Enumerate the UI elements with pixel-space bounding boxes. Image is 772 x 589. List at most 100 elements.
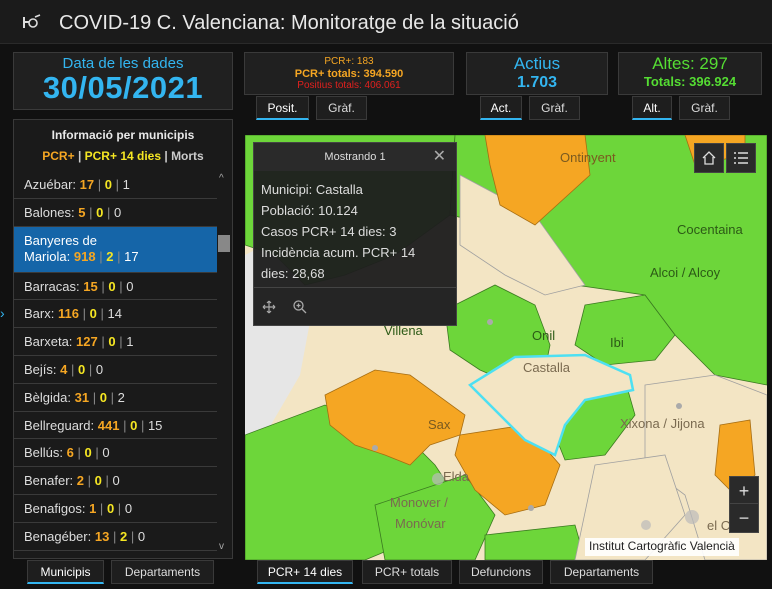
municipality-row[interactable]: Bellreguard: 441 | 0 | 15 xyxy=(14,412,217,440)
municipality-row[interactable]: Barracas: 15 | 0 | 0 xyxy=(14,273,217,301)
tab-pcr-14-dies[interactable]: PCR+ 14 dies xyxy=(257,560,353,584)
pcr-count: 918 xyxy=(73,248,96,264)
separator: | xyxy=(123,417,127,433)
scroll-thumb[interactable] xyxy=(218,235,230,252)
popup-body: Municipi: Castalla Població: 10.124 Caso… xyxy=(254,171,456,292)
scroll-up-icon[interactable]: ^ xyxy=(219,173,224,184)
municipality-row[interactable]: Bellús: 6 | 0 | 0 xyxy=(14,439,217,468)
municipality-row[interactable]: Bèlgida: 31 | 0 | 2 xyxy=(14,384,217,412)
expand-left-icon[interactable]: › xyxy=(0,305,5,321)
list-legend: PCR+ | PCR+ 14 dies | Morts xyxy=(42,149,204,163)
separator: | xyxy=(101,334,105,350)
pcr-count: 4 xyxy=(60,361,68,377)
deaths-count: 0 xyxy=(124,500,133,516)
active-label: Actius xyxy=(513,54,561,73)
scroll-down-icon[interactable]: v xyxy=(219,541,224,552)
deaths-count: 2 xyxy=(117,389,125,405)
popup-line-municipi: Municipi: Castalla xyxy=(261,182,363,197)
municipality-row[interactable]: Barxeta: 127 | 0 | 1 xyxy=(14,328,217,356)
pcr-count: 1 xyxy=(89,500,97,516)
home-icon[interactable] xyxy=(694,143,724,173)
tab-defuncions[interactable]: Defuncions xyxy=(459,560,543,584)
map-label-alcoi: Alcoi / Alcoy xyxy=(650,265,721,280)
virus-logo-icon xyxy=(23,14,41,28)
separator: | xyxy=(87,473,92,489)
tab-pcr-graf[interactable]: Gràf. xyxy=(316,96,367,120)
map-label-castalla: Castalla xyxy=(523,360,571,375)
tab-alt[interactable]: Alt. xyxy=(632,96,672,120)
map-label-monovar: Monóvar xyxy=(395,516,446,531)
municipality-row[interactable]: Barx: 116 | 0 | 14 xyxy=(14,300,217,329)
separator: | xyxy=(105,473,109,489)
tab-act-graf[interactable]: Gràf. xyxy=(529,96,580,120)
move-icon[interactable] xyxy=(262,300,276,314)
municipality-row[interactable]: Benafigos: 1 | 0 | 0 xyxy=(14,495,217,523)
close-icon[interactable]: ✕ xyxy=(433,143,446,171)
info-popup: Mostrando 1 ✕ Municipi: Castalla Poblaci… xyxy=(253,142,457,326)
separator: | xyxy=(82,306,86,322)
separator: | xyxy=(112,528,117,544)
map-label-elda: Elda xyxy=(443,469,470,484)
separator: | xyxy=(77,445,81,461)
tab-departaments-list[interactable]: Departaments xyxy=(111,560,214,584)
municipality-row[interactable]: Benagéber: 13 | 2 | 0 xyxy=(14,523,217,551)
popup-header: Mostrando 1 ✕ xyxy=(254,143,456,171)
pcr-count: 5 xyxy=(78,204,86,220)
deaths-count: 1 xyxy=(126,334,134,350)
municipality-row[interactable]: Benafer: 2 | 0 | 0 xyxy=(14,467,217,495)
zoom-in-button[interactable]: + xyxy=(729,476,759,506)
popup-footer xyxy=(254,287,456,325)
pcr-count: 15 xyxy=(83,278,98,294)
date-panel: Data de les dades 30/05/2021 xyxy=(13,52,233,110)
municipality-row[interactable]: Bejís: 4 | 0 | 0 xyxy=(14,356,217,384)
deaths-count: 15 xyxy=(147,417,163,433)
separator: | xyxy=(95,445,99,461)
tab-municipis[interactable]: Municipis xyxy=(27,560,104,584)
app-title: COVID-19 C. Valenciana: Monitoratge de l… xyxy=(59,12,519,34)
tab-pcr-totals[interactable]: PCR+ totals xyxy=(362,560,452,584)
list-title: Informació per municipis xyxy=(51,128,195,142)
tab-act[interactable]: Act. xyxy=(480,96,522,120)
separator: | xyxy=(117,248,121,264)
municipality-name: Balones: xyxy=(24,204,75,220)
tab-posit[interactable]: Posit. xyxy=(256,96,309,120)
separator: | xyxy=(100,306,104,322)
zoom-out-button[interactable]: − xyxy=(729,503,759,533)
pcr-panel: PCR+: 183 PCR+ totals: 394.590 Positius … xyxy=(244,52,454,95)
pcr14-count: 0 xyxy=(89,306,97,322)
pcr-totals: PCR+ totals: 394.590 xyxy=(294,68,404,80)
deaths-count: 0 xyxy=(137,528,146,544)
deaths-count: 17 xyxy=(124,248,139,264)
list-scrollbar[interactable]: ^ v xyxy=(217,171,230,556)
municipality-row[interactable]: Balones: 5 | 0 | 0 xyxy=(14,199,217,227)
separator: | xyxy=(101,278,105,294)
popup-line-dies: dies: 28,68 xyxy=(261,266,325,281)
app-header: COVID-19 C. Valenciana: Monitoratge de l… xyxy=(0,0,772,44)
popup-line-incidencia: Incidència acum. PCR+ 14 xyxy=(261,245,416,260)
pcr-count: 127 xyxy=(76,334,98,350)
municipality-name: Bejís: xyxy=(24,361,57,377)
dashboard: COVID-19 C. Valenciana: Monitoratge de l… xyxy=(0,0,772,589)
map-attribution: Institut Cartogràfic Valencià xyxy=(585,538,739,556)
pcr14-count: 2 xyxy=(119,528,128,544)
pcr14-count: 0 xyxy=(104,177,113,192)
municipality-name: Benafigos: xyxy=(24,500,86,516)
map-label-monover: Monover / xyxy=(390,495,448,510)
separator: | xyxy=(97,177,102,192)
zoom-to-icon[interactable] xyxy=(292,299,308,315)
tab-departaments-map[interactable]: Departaments xyxy=(550,560,653,584)
separator: | xyxy=(130,528,135,544)
deaths-count: 0 xyxy=(112,473,120,489)
map-label-ontinyent: Ontinyent xyxy=(560,150,616,165)
popup-title: Mostrando 1 xyxy=(324,151,386,163)
municipality-list: Informació per municipis PCR+ | PCR+ 14 … xyxy=(13,119,233,559)
municipality-name: Barx: xyxy=(24,306,55,322)
positius-totals: Positius totals: 406.061 xyxy=(297,80,401,91)
tab-alt-graf[interactable]: Gràf. xyxy=(679,96,730,120)
deaths-count: 0 xyxy=(126,278,134,294)
list-icon[interactable] xyxy=(726,143,756,173)
separator: | xyxy=(106,204,111,220)
map-label-sax: Sax xyxy=(428,417,451,432)
municipality-row[interactable]: Azuébar: 17 | 0 | 1 xyxy=(14,171,217,199)
municipality-row[interactable]: Banyeres de Mariola: 918 | 2 | 17 xyxy=(14,226,217,273)
